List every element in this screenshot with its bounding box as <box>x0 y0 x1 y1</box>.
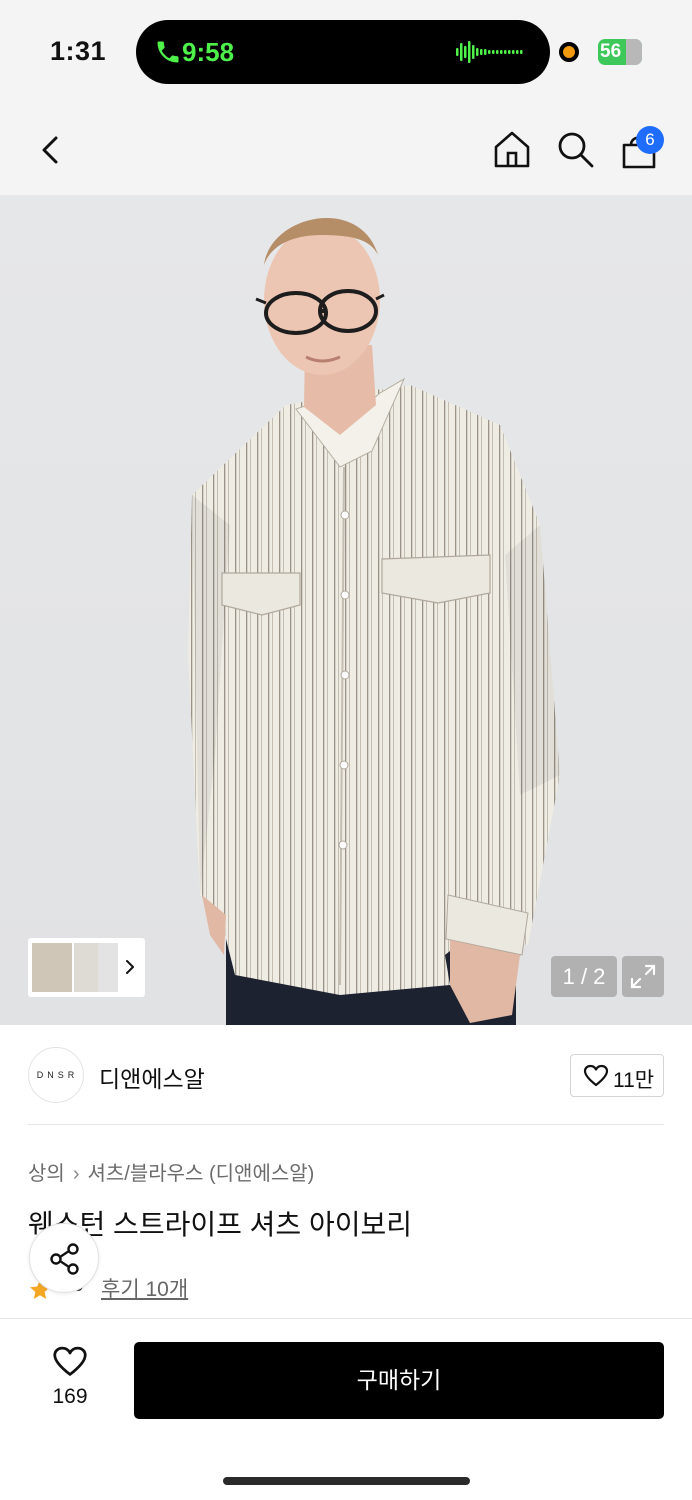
status-time: 1:31 <box>50 36 107 66</box>
breadcrumb-item[interactable]: 셔츠/블라우스 (디앤에스알) <box>87 1163 314 1185</box>
brand-like-count: 11만 <box>613 1069 655 1092</box>
expand-icon <box>630 964 656 989</box>
thumbnail-strip[interactable] <box>28 938 145 997</box>
cart-count-badge: 6 <box>636 126 664 154</box>
brand-like-button[interactable]: 11만 <box>570 1054 664 1097</box>
reviews-link[interactable]: 후기 10개 <box>101 1273 188 1303</box>
brand-logo[interactable]: DNSR <box>28 1047 84 1103</box>
wishlist-count: 169 <box>52 1385 88 1408</box>
product-image[interactable]: 1 / 2 <box>0 195 692 1025</box>
product-photo <box>188 217 560 1025</box>
breadcrumb-item[interactable]: 상의 <box>28 1163 65 1185</box>
expand-button[interactable] <box>622 956 664 997</box>
wishlist-button[interactable]: 169 <box>40 1343 100 1413</box>
share-button[interactable] <box>29 1223 99 1293</box>
battery-level: 56 <box>600 41 622 62</box>
status-bar: 1:31 9:58 56 <box>0 0 692 105</box>
chevron-right-icon: › <box>72 1163 80 1185</box>
back-arrow-icon[interactable] <box>30 130 70 170</box>
phone-icon <box>157 41 179 63</box>
buy-button[interactable]: 구매하기 <box>134 1342 664 1419</box>
brand-name[interactable]: 디앤에스알 <box>99 1060 205 1094</box>
home-indicator[interactable] <box>223 1477 470 1485</box>
audio-wave-icon <box>456 41 523 63</box>
chevron-right-icon <box>126 960 134 974</box>
divider <box>28 1124 664 1125</box>
thumbnail-image[interactable] <box>32 943 72 992</box>
image-counter: 1 / 2 <box>551 956 617 997</box>
battery-icon: 56 <box>598 39 642 65</box>
search-icon[interactable] <box>553 127 597 171</box>
dynamic-island[interactable]: 9:58 <box>136 20 550 84</box>
heart-icon <box>583 1064 609 1087</box>
home-icon[interactable] <box>490 127 534 171</box>
heart-icon <box>53 1346 87 1376</box>
thumbnail-image[interactable] <box>98 943 118 992</box>
breadcrumb: 상의 › 셔츠/블라우스 (디앤에스알) <box>28 1157 314 1186</box>
call-duration: 9:58 <box>182 37 235 67</box>
top-nav <box>0 105 692 195</box>
share-icon <box>50 1243 79 1275</box>
mic-indicator-icon <box>559 42 579 62</box>
